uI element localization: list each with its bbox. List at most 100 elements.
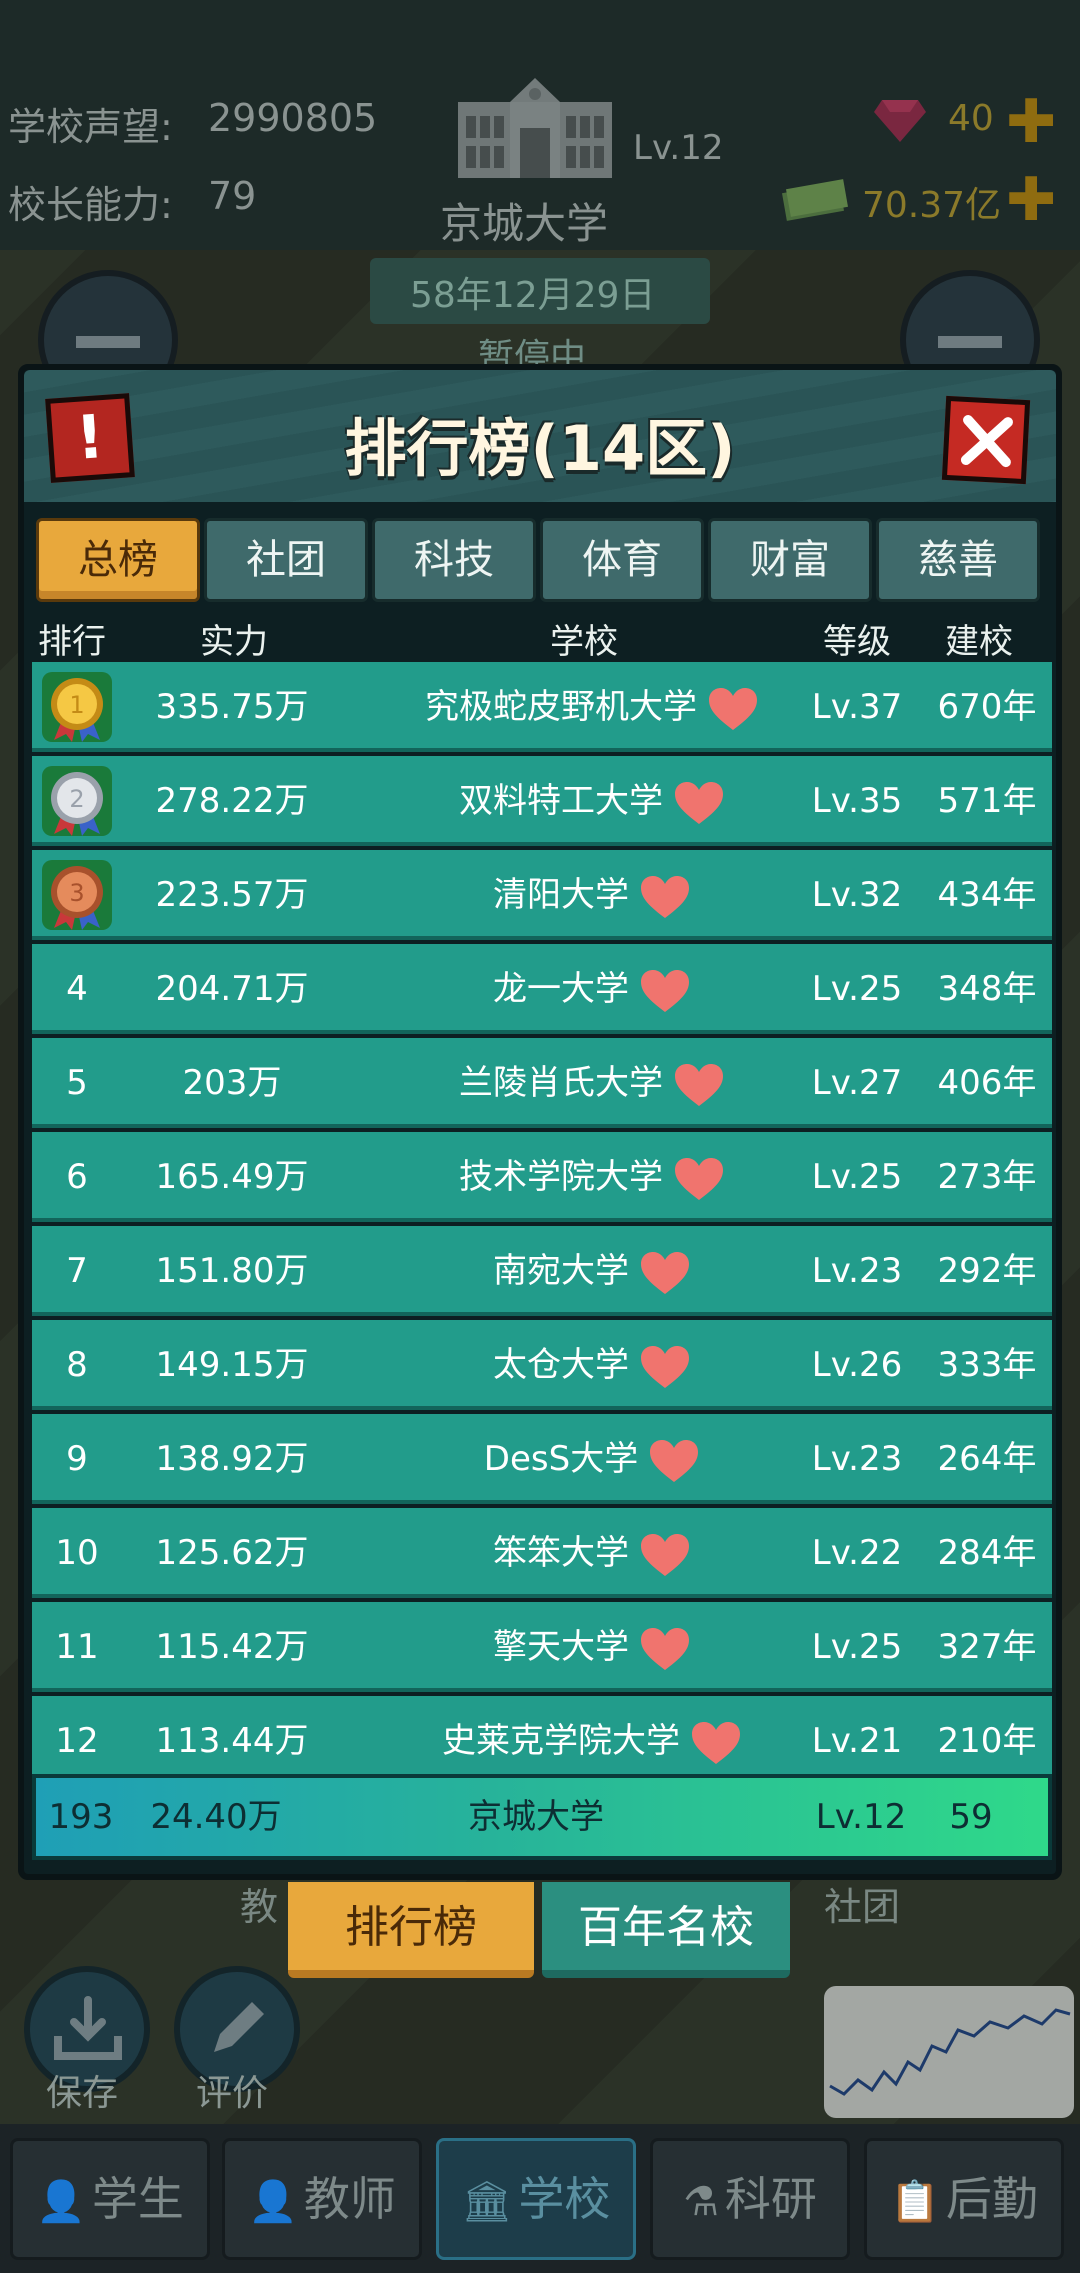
row-school-name: 擎天大学 [493,1627,629,1667]
row-power: 203万 [182,1063,282,1103]
row-school-name: 龙一大学 [493,969,629,1009]
row-school-name: DesS大学 [483,1439,639,1479]
heart-icon[interactable] [673,1062,725,1108]
row-power: 335.75万 [155,687,309,727]
close-button[interactable] [941,395,1031,485]
row-school: 技术学院大学 [332,1132,852,1222]
ranking-row[interactable]: 3 223.57万 清阳大学 Lv.32 434年 [32,850,1052,940]
row-founded: 571年 [937,781,1037,821]
row-school: 南宛大学 [332,1226,852,1316]
heart-icon[interactable] [673,780,725,826]
school-building-icon [458,78,612,178]
row-level: Lv.23 [811,1439,903,1479]
row-level: Lv.27 [811,1063,903,1103]
row-rank: 3 [32,850,122,940]
ranking-row[interactable]: 1 335.75万 究极蛇皮野机大学 Lv.37 670年 [32,662,1052,752]
tab-club[interactable]: 社团 [204,518,368,602]
column-power: 实力 [200,622,268,662]
ranking-row[interactable]: 4 204.71万 龙一大学 Lv.25 348年 [32,944,1052,1034]
row-rank: 11 [55,1627,99,1667]
clipboard-icon: 📋 [890,2179,940,2225]
tab-overall[interactable]: 总榜 [36,518,200,602]
row-rank: 2 [32,756,122,846]
column-rank: 排行 [38,622,106,662]
row-school: 史莱克学院大学 [332,1696,852,1786]
nav-teachers[interactable]: 👤 教师 [222,2138,422,2260]
row-rank: 7 [66,1251,88,1291]
ranking-row[interactable]: 12 113.44万 史莱克学院大学 Lv.21 210年 [32,1696,1052,1786]
leaderboard-tab[interactable]: 排行榜 [288,1882,534,1978]
tab-tech[interactable]: 科技 [372,518,536,602]
row-school: 龙一大学 [332,944,852,1034]
row-power: 149.15万 [155,1345,309,1385]
review-label: 评价 [196,2073,269,2114]
heart-icon[interactable] [639,968,691,1014]
nav-logistics-label: 后勤 [945,2172,1038,2226]
row-school: 擎天大学 [332,1602,852,1692]
modal-header: 排行榜(14区) ! [24,370,1056,502]
row-power: 113.44万 [155,1721,309,1761]
ranking-row[interactable]: 5 203万 兰陵肖氏大学 Lv.27 406年 [32,1038,1052,1128]
trend-mini-chart[interactable] [824,1986,1074,2118]
heart-icon[interactable] [673,1156,725,1202]
heart-icon[interactable] [639,1344,691,1390]
nav-logistics[interactable]: 📋 后勤 [864,2138,1064,2260]
ranking-row[interactable]: 2 278.22万 双料特工大学 Lv.35 571年 [32,756,1052,846]
row-founded: 670年 [937,687,1037,727]
add-money-button[interactable]: ✚ [1006,170,1056,230]
heart-icon[interactable] [639,1532,691,1578]
student-icon: 👤 [36,2179,86,2225]
nav-teachers-label: 教师 [303,2172,396,2226]
nav-research[interactable]: ⚗ 科研 [650,2138,850,2260]
famous-school-tab[interactable]: 百年名校 [542,1882,790,1978]
heart-icon[interactable] [639,1626,691,1672]
modal-title: 排行榜(14区) [344,412,736,485]
nav-students[interactable]: 👤 学生 [10,2138,210,2260]
row-power: 165.49万 [155,1157,309,1197]
heart-icon[interactable] [707,686,759,732]
tab-wealth[interactable]: 财富 [708,518,872,602]
save-label: 保存 [46,2073,119,2114]
medal-bronze-icon: 3 [42,860,112,930]
my-school-row[interactable]: 193 24.40万 京城大学 Lv.12 59 [32,1774,1052,1860]
close-icon [960,415,1013,468]
row-founded: 273年 [937,1157,1037,1197]
row-level: Lv.37 [811,687,903,727]
ranking-row[interactable]: 10 125.62万 笨笨大学 Lv.22 284年 [32,1508,1052,1598]
row-power: 138.92万 [155,1439,309,1479]
category-tabs: 总榜 社团 科技 体育 财富 慈善 [36,518,1056,602]
row-rank: 1 [32,662,122,752]
tab-charity[interactable]: 慈善 [876,518,1040,602]
svg-text:2: 2 [69,785,84,813]
ranking-row[interactable]: 9 138.92万 DesS大学 Lv.23 264年 [32,1414,1052,1504]
row-school: 究极蛇皮野机大学 [332,662,852,752]
row-level: Lv.25 [811,1627,903,1667]
nav-school[interactable]: 🏛 学校 [436,2138,636,2260]
reputation-label: 学校声望: [8,105,173,149]
row-school: DesS大学 [332,1414,852,1504]
column-level: 等级 [823,622,891,662]
teacher-icon: 👤 [248,2179,298,2225]
row-school-name: 史莱克学院大学 [442,1721,680,1761]
behind-label-club: 社团 [824,1885,901,1929]
row-power: 115.42万 [155,1627,309,1667]
ranking-row[interactable]: 7 151.80万 南宛大学 Lv.23 292年 [32,1226,1052,1316]
alert-icon[interactable]: ! [45,393,135,483]
tab-sports[interactable]: 体育 [540,518,704,602]
add-gems-button[interactable]: ✚ [1006,92,1056,152]
row-school-name: 清阳大学 [493,875,629,915]
ranking-row[interactable]: 8 149.15万 太仓大学 Lv.26 333年 [32,1320,1052,1410]
row-rank: 6 [66,1157,88,1197]
svg-text:1: 1 [69,691,84,719]
row-school: 兰陵肖氏大学 [332,1038,852,1128]
heart-icon[interactable] [648,1438,700,1484]
row-school: 清阳大学 [332,850,852,940]
ranking-row[interactable]: 6 165.49万 技术学院大学 Lv.25 273年 [32,1132,1052,1222]
money-icon [782,179,848,221]
heart-icon[interactable] [639,874,691,920]
heart-icon[interactable] [690,1720,742,1766]
behind-label-teach: 教 [240,1885,279,1929]
ranking-row[interactable]: 11 115.42万 擎天大学 Lv.25 327年 [32,1602,1052,1692]
row-founded: 292年 [937,1251,1037,1291]
heart-icon[interactable] [639,1250,691,1296]
